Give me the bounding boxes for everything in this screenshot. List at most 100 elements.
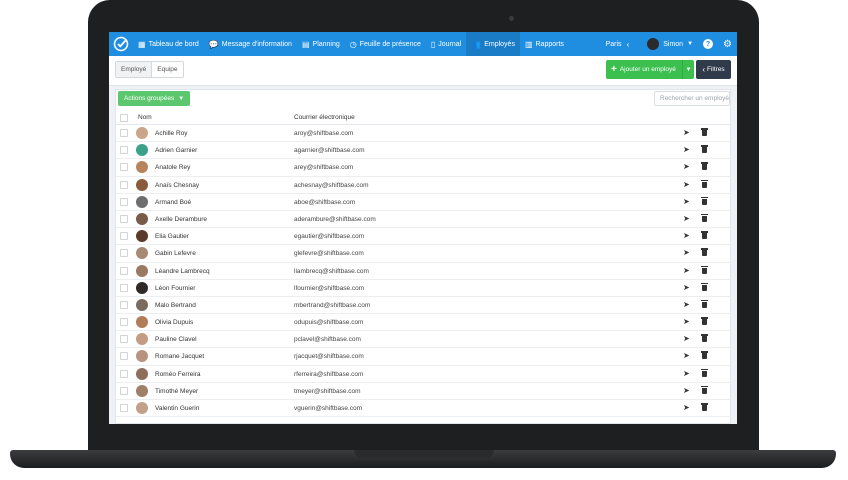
trash-icon[interactable] xyxy=(701,317,708,326)
nav-item-5[interactable]: 👥 Employés xyxy=(466,32,520,56)
row-checkbox[interactable] xyxy=(120,163,128,172)
table-row[interactable]: Timothé Meyer tmeyer@shiftbase.com ➤ xyxy=(116,383,732,400)
employee-name[interactable]: Axelle Derambure xyxy=(155,216,207,223)
row-checkbox[interactable] xyxy=(120,283,128,292)
trash-icon[interactable] xyxy=(701,248,708,257)
employee-name[interactable]: Elia Gautier xyxy=(155,233,189,240)
table-row[interactable]: Anatole Rey arey@shiftbase.com ➤ xyxy=(116,159,732,177)
table-row[interactable]: Achille Roy aroy@shiftbase.com ➤ xyxy=(116,125,732,143)
row-checkbox[interactable] xyxy=(120,214,128,223)
search-input[interactable]: Rechercher un employé xyxy=(654,91,730,106)
employee-name[interactable]: Achille Roy xyxy=(155,130,188,137)
nav-item-3[interactable]: ◷ Feuille de présence xyxy=(345,32,426,56)
employee-name[interactable]: Malo Bertrand xyxy=(155,302,196,309)
select-all-checkbox[interactable] xyxy=(120,114,128,122)
send-icon[interactable]: ➤ xyxy=(683,283,690,292)
row-checkbox[interactable] xyxy=(120,146,128,155)
nav-item-0[interactable]: ▦ Tableau de bord xyxy=(133,32,204,56)
send-icon[interactable]: ➤ xyxy=(683,369,690,378)
row-checkbox[interactable] xyxy=(120,180,128,189)
trash-icon[interactable] xyxy=(701,231,708,240)
filters-button[interactable]: ‹ Filtres xyxy=(696,60,731,79)
help-button[interactable]: ? xyxy=(698,32,718,56)
send-icon[interactable]: ➤ xyxy=(683,248,690,257)
table-row[interactable]: Anaïs Chesnay achesnay@shiftbase.com ➤ xyxy=(116,177,732,194)
employee-name[interactable]: Léon Fournier xyxy=(155,285,195,292)
nav-item-6[interactable]: ▥ Rapports xyxy=(520,32,569,56)
employee-name[interactable]: Gabin Lefevre xyxy=(155,250,196,257)
employee-name[interactable]: Adrien Garnier xyxy=(155,147,197,154)
trash-icon[interactable] xyxy=(701,351,708,360)
tab-team[interactable]: Equipe xyxy=(151,62,182,77)
row-checkbox[interactable] xyxy=(120,335,128,344)
trash-icon[interactable] xyxy=(701,403,708,411)
chevron-down-icon[interactable]: ▼ xyxy=(682,60,694,79)
table-row[interactable]: Gabin Lefevre glefevre@shiftbase.com ➤ xyxy=(116,245,732,263)
table-row[interactable]: Romane Jacquet rjacquet@shiftbase.com ➤ xyxy=(116,348,732,366)
send-icon[interactable]: ➤ xyxy=(683,197,690,206)
employee-name[interactable]: Pauline Clavel xyxy=(155,336,197,343)
send-icon[interactable]: ➤ xyxy=(683,386,690,395)
send-icon[interactable]: ➤ xyxy=(683,334,690,343)
settings-button[interactable]: ⚙ xyxy=(718,32,737,56)
send-icon[interactable]: ➤ xyxy=(683,351,690,360)
nav-item-2[interactable]: ▤ Planning xyxy=(297,32,345,56)
trash-icon[interactable] xyxy=(701,299,708,308)
row-checkbox[interactable] xyxy=(120,369,128,378)
table-row[interactable]: Olivia Dupuis odupuis@shiftbase.com ➤ xyxy=(116,314,732,332)
trash-icon[interactable] xyxy=(701,334,708,343)
table-row[interactable]: Elia Gautier egautier@shiftbase.com ➤ xyxy=(116,228,732,246)
employee-name[interactable]: Léandre Lambrecq xyxy=(155,268,210,275)
trash-icon[interactable] xyxy=(701,385,708,394)
employee-name[interactable]: Roméo Ferreira xyxy=(155,371,201,378)
tab-employee[interactable]: Employé xyxy=(116,62,152,77)
row-checkbox[interactable] xyxy=(120,266,128,275)
table-row[interactable]: Roméo Ferreira rferreira@shiftbase.com ➤ xyxy=(116,366,732,383)
send-icon[interactable]: ➤ xyxy=(683,300,690,309)
trash-icon[interactable] xyxy=(701,162,708,171)
trash-icon[interactable] xyxy=(701,368,708,377)
table-row[interactable]: Adrien Garnier agarnier@shiftbase.com ➤ xyxy=(116,142,732,160)
location-selector[interactable]: Paris ‹ xyxy=(601,32,635,56)
employee-name[interactable]: Timothé Meyer xyxy=(155,388,198,395)
table-row[interactable]: Armand Boé aboe@shiftbase.com ➤ xyxy=(116,194,732,211)
add-employee-button[interactable]: + Ajouter un employé ▼ xyxy=(606,60,694,79)
trash-icon[interactable] xyxy=(701,179,708,188)
trash-icon[interactable] xyxy=(701,282,708,291)
row-checkbox[interactable] xyxy=(120,249,128,258)
user-menu[interactable]: Simon ▼ xyxy=(642,32,698,56)
send-icon[interactable]: ➤ xyxy=(683,403,690,412)
row-checkbox[interactable] xyxy=(120,404,128,412)
employee-name[interactable]: Anaïs Chesnay xyxy=(155,182,199,189)
employee-name[interactable]: Romane Jacquet xyxy=(155,353,204,360)
employee-name[interactable]: Valentin Guerin xyxy=(155,405,199,412)
bulk-actions-button[interactable]: Actions groupées ▼ xyxy=(118,91,191,106)
nav-item-4[interactable]: ▯ Journal xyxy=(426,32,466,56)
table-row[interactable]: Axelle Derambure aderambure@shiftbase.com… xyxy=(116,211,732,229)
row-checkbox[interactable] xyxy=(120,197,128,206)
trash-icon[interactable] xyxy=(701,196,708,205)
nav-item-1[interactable]: 💬 Message d'information xyxy=(204,32,297,56)
send-icon[interactable]: ➤ xyxy=(683,145,690,154)
table-row[interactable]: Valentin Guerin vguerin@shiftbase.com ➤ xyxy=(116,400,732,418)
row-checkbox[interactable] xyxy=(120,300,128,309)
send-icon[interactable]: ➤ xyxy=(683,180,690,189)
trash-icon[interactable] xyxy=(701,128,708,136)
employee-name[interactable]: Anatole Rey xyxy=(155,164,190,171)
app-logo-icon[interactable] xyxy=(109,32,133,56)
row-checkbox[interactable] xyxy=(120,318,128,327)
row-checkbox[interactable] xyxy=(120,352,128,361)
row-checkbox[interactable] xyxy=(120,386,128,395)
trash-icon[interactable] xyxy=(701,265,708,274)
send-icon[interactable]: ➤ xyxy=(683,214,690,223)
row-checkbox[interactable] xyxy=(120,232,128,241)
table-row[interactable]: Léon Fournier lfournier@shiftbase.com ➤ xyxy=(116,280,732,297)
send-icon[interactable]: ➤ xyxy=(683,162,690,171)
send-icon[interactable]: ➤ xyxy=(683,128,690,137)
table-row[interactable]: Léandre Lambrecq llambrecq@shiftbase.com ➤ xyxy=(116,263,732,280)
send-icon[interactable]: ➤ xyxy=(683,317,690,326)
table-row[interactable]: Pauline Clavel pclavel@shiftbase.com ➤ xyxy=(116,331,732,349)
trash-icon[interactable] xyxy=(701,145,708,154)
row-checkbox[interactable] xyxy=(120,129,128,137)
trash-icon[interactable] xyxy=(701,213,708,222)
